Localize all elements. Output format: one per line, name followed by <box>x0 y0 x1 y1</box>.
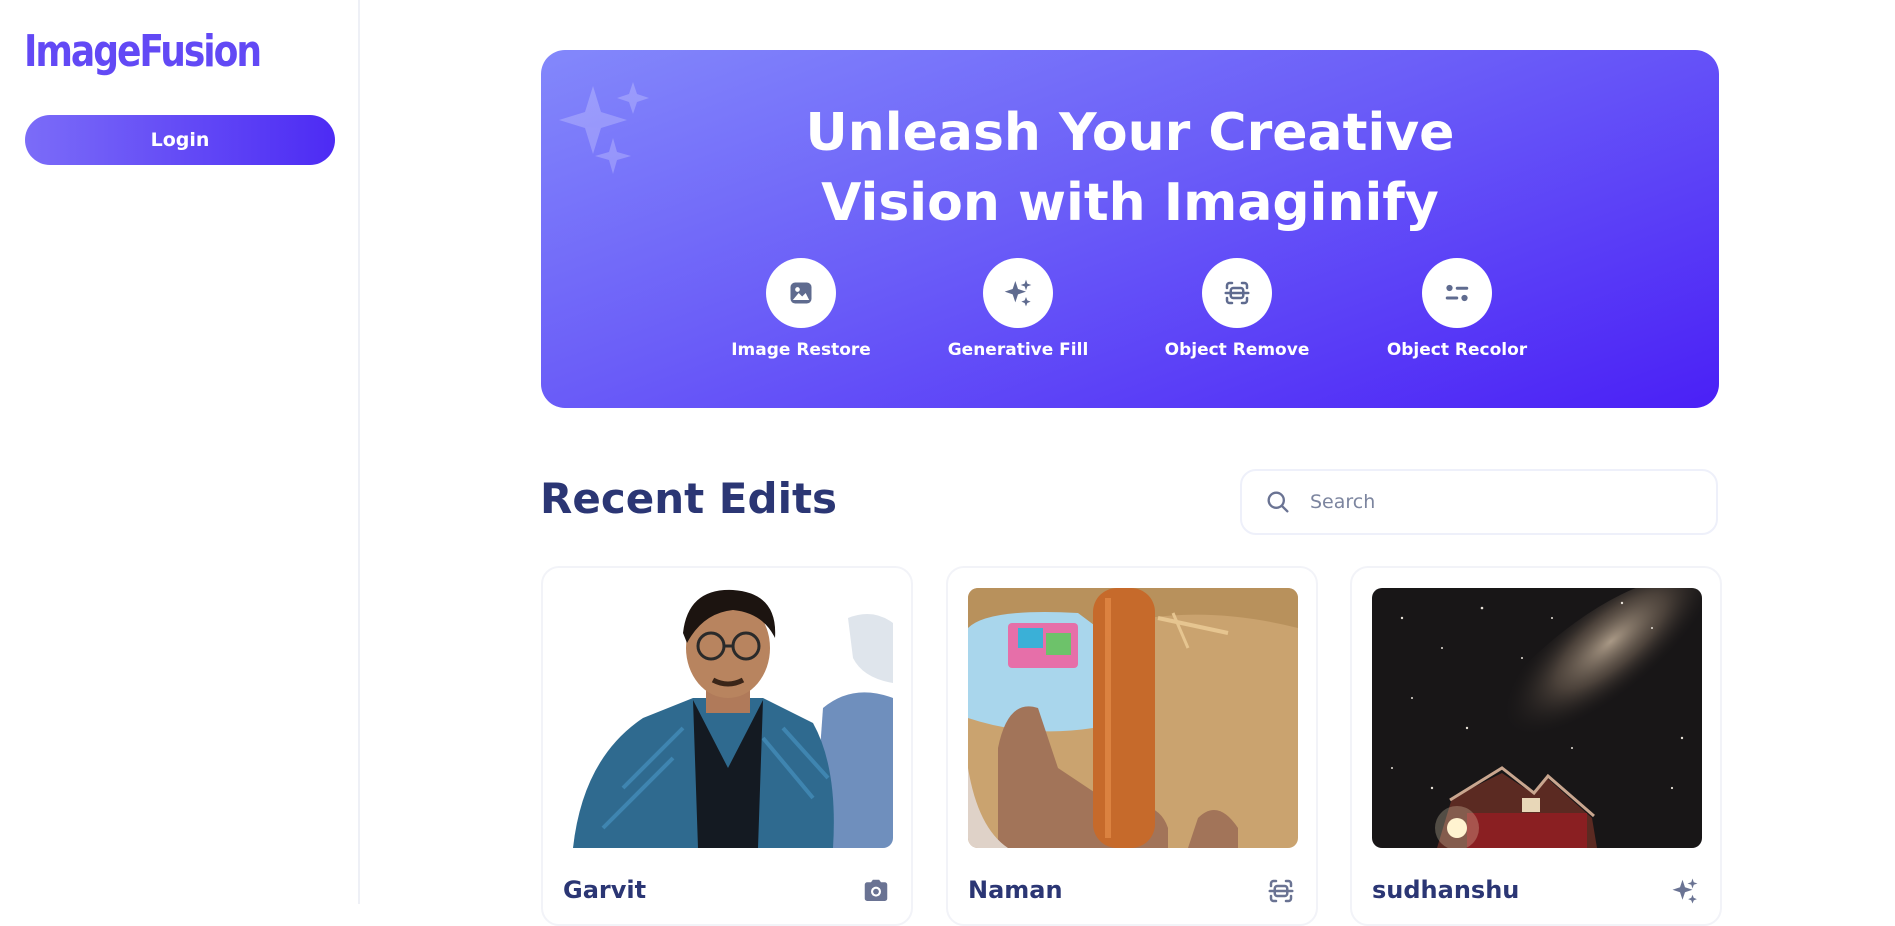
banner-title-line-2: Vision with Imaginify <box>821 173 1439 233</box>
tool-label: Object Remove <box>1164 340 1310 360</box>
edit-thumbnail-portrait[interactable] <box>563 588 893 848</box>
edit-card[interactable]: sudhanshu <box>1350 566 1722 926</box>
camera-icon <box>864 879 888 901</box>
tool-object-remove-button[interactable] <box>1202 258 1272 328</box>
edit-thumbnail-night-sky[interactable] <box>1372 588 1702 848</box>
tool-image-restore[interactable]: Image Restore <box>701 258 901 360</box>
sparkles-icon <box>1004 279 1032 307</box>
edit-card-title: Garvit <box>563 876 647 904</box>
tool-generative-fill[interactable]: Generative Fill <box>918 258 1118 360</box>
edit-card-title: Naman <box>968 876 1063 904</box>
banner-title: Unleash Your Creative Vision with Imagin… <box>541 98 1719 238</box>
tool-label: Generative Fill <box>947 340 1089 360</box>
tool-label: Image Restore <box>731 340 871 360</box>
login-button[interactable]: Login <box>25 115 335 165</box>
tool-object-remove[interactable]: Object Remove <box>1137 258 1337 360</box>
scan-icon <box>1268 879 1294 903</box>
scan-icon <box>1224 281 1250 305</box>
recent-edits-title: Recent Edits <box>540 474 838 523</box>
tool-label: Object Recolor <box>1386 340 1528 360</box>
search-box[interactable] <box>1240 469 1718 535</box>
tool-image-restore-button[interactable] <box>766 258 836 328</box>
edit-card-title: sudhanshu <box>1372 876 1520 904</box>
edit-thumbnail-object[interactable] <box>968 588 1298 848</box>
app-logo[interactable]: ImageFusion <box>24 26 262 77</box>
search-icon <box>1264 488 1292 516</box>
edit-card[interactable]: Garvit <box>541 566 913 926</box>
search-input[interactable] <box>1308 490 1692 514</box>
sidebar: ImageFusion Login <box>0 0 360 904</box>
tool-object-recolor-button[interactable] <box>1422 258 1492 328</box>
banner-title-line-1: Unleash Your Creative <box>805 103 1455 163</box>
image-icon <box>790 282 812 304</box>
hero-banner: Unleash Your Creative Vision with Imagin… <box>541 50 1719 408</box>
tool-object-recolor[interactable]: Object Recolor <box>1357 258 1557 360</box>
filter-icon <box>1445 284 1469 302</box>
edit-card[interactable]: Naman <box>946 566 1318 926</box>
tool-generative-fill-button[interactable] <box>983 258 1053 328</box>
sparkles-icon <box>1672 878 1698 904</box>
